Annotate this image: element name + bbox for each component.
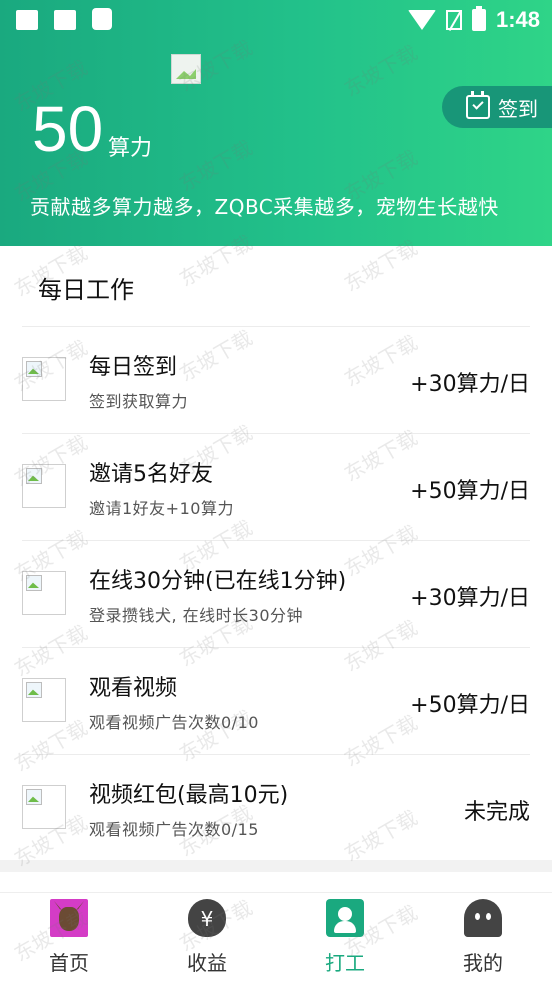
- task-title: 视频红包(最高10元): [89, 783, 289, 808]
- divider: [22, 647, 530, 648]
- tab-profile[interactable]: 我的: [443, 899, 523, 976]
- task-status: 未完成: [463, 800, 530, 825]
- status-bar: 1:48: [0, 0, 552, 40]
- task-subtitle: 签到获取算力: [89, 392, 189, 411]
- task-title: 在线30分钟(已在线1分钟): [89, 569, 347, 594]
- task-item-watch-video[interactable]: 观看视频 观看视频广告次数0/10 +50算力/日: [0, 647, 552, 754]
- bottom-tab-bar: 首页 收益 打工 我的: [0, 892, 552, 982]
- tab-label: 首页: [49, 951, 89, 975]
- section-title: 每日工作: [38, 276, 134, 304]
- divider: [22, 326, 530, 327]
- worker-icon: [326, 899, 364, 937]
- signin-button[interactable]: 签到: [442, 86, 552, 128]
- notification-icon: [16, 10, 38, 30]
- task-reward: +50算力/日: [410, 479, 530, 504]
- tab-earnings[interactable]: 收益: [167, 899, 247, 976]
- task-subtitle: 观看视频广告次数0/10: [89, 713, 259, 732]
- divider: [22, 433, 530, 434]
- header-image-icon: [171, 54, 201, 84]
- tab-home[interactable]: 首页: [29, 899, 109, 976]
- task-image-icon: [22, 571, 66, 615]
- power-unit: 算力: [108, 136, 153, 161]
- task-subtitle: 观看视频广告次数0/15: [89, 820, 259, 839]
- task-item-online-30min[interactable]: 在线30分钟(已在线1分钟) 登录攒钱犬, 在线时长30分钟 +30算力/日: [0, 540, 552, 647]
- task-image-icon: [22, 357, 66, 401]
- tab-work[interactable]: 打工: [305, 899, 385, 976]
- task-list: 每日签到 签到获取算力 +30算力/日 邀请5名好友 邀请1好友+10算力 +5…: [0, 326, 552, 861]
- task-reward: +50算力/日: [410, 693, 530, 718]
- task-item-invite-friends[interactable]: 邀请5名好友 邀请1好友+10算力 +50算力/日: [0, 433, 552, 540]
- battery-icon: [471, 6, 486, 31]
- task-title: 邀请5名好友: [89, 462, 213, 487]
- task-title: 观看视频: [89, 676, 178, 701]
- task-title: 每日签到: [89, 355, 178, 380]
- signin-label: 签到: [498, 96, 538, 121]
- shopping-bag-icon: [92, 8, 112, 30]
- header-banner: 1:48 50 算力 贡献越多算力越多，ZQBC采集越多，宠物生长越快 签到: [0, 0, 552, 246]
- dog-avatar-icon: [50, 899, 88, 937]
- divider: [22, 754, 530, 755]
- section-separator: [0, 860, 552, 872]
- task-image-icon: [22, 464, 66, 508]
- task-reward: +30算力/日: [410, 586, 530, 611]
- notification-icon: [54, 10, 76, 30]
- money-bag-icon: [188, 899, 226, 937]
- status-time: 1:48: [495, 7, 540, 32]
- no-sim-icon: [445, 10, 462, 30]
- power-value: 50: [32, 93, 104, 165]
- tab-label: 收益: [187, 951, 227, 975]
- task-image-icon: [22, 785, 66, 829]
- divider: [22, 540, 530, 541]
- power-description: 贡献越多算力越多，ZQBC采集越多，宠物生长越快: [30, 195, 499, 219]
- tab-label: 打工: [325, 951, 365, 975]
- task-subtitle: 邀请1好友+10算力: [89, 499, 234, 518]
- task-item-video-red-packet[interactable]: 视频红包(最高10元) 观看视频广告次数0/15 未完成: [0, 754, 552, 861]
- tab-label: 我的: [463, 951, 503, 975]
- calendar-check-icon: [466, 91, 490, 119]
- task-image-icon: [22, 678, 66, 722]
- task-item-daily-signin[interactable]: 每日签到 签到获取算力 +30算力/日: [0, 326, 552, 433]
- task-reward: +30算力/日: [410, 372, 530, 397]
- ghost-profile-icon: [464, 899, 502, 937]
- wifi-icon: [407, 10, 436, 30]
- task-subtitle: 登录攒钱犬, 在线时长30分钟: [89, 606, 304, 625]
